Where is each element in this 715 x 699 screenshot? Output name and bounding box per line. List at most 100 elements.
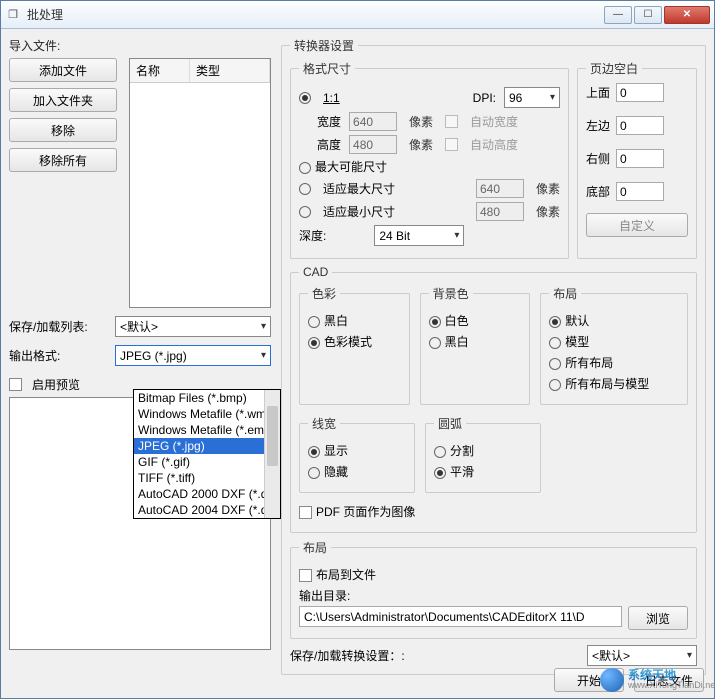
dpi-label: DPI: bbox=[473, 91, 496, 105]
minimize-button[interactable] bbox=[604, 6, 632, 24]
dropdown-item[interactable]: JPEG (*.jpg) bbox=[134, 438, 280, 454]
import-label: 导入文件: bbox=[9, 37, 271, 54]
margin-top-label: 上面 bbox=[586, 84, 616, 101]
enable-preview-label: 启用预览 bbox=[32, 376, 80, 393]
col-name[interactable]: 名称 bbox=[130, 59, 190, 82]
margin-top-input[interactable]: 0 bbox=[616, 83, 664, 102]
ratio-1-1-label: 1:1 bbox=[323, 91, 340, 105]
color-mode-radio[interactable] bbox=[308, 337, 320, 349]
scrollbar-thumb[interactable] bbox=[267, 406, 278, 466]
layout-output-group: 布局 布局到文件 输出目录: C:\Users\Administrator\Do… bbox=[290, 539, 697, 639]
save-load-list-combo[interactable]: <默认> bbox=[115, 316, 271, 337]
app-icon bbox=[5, 7, 21, 23]
margin-bottom-label: 底部 bbox=[586, 183, 616, 200]
dropdown-item[interactable]: AutoCAD 2004 DXF (*.dx bbox=[134, 502, 280, 518]
bg-black-radio[interactable] bbox=[429, 337, 441, 349]
titlebar[interactable]: 批处理 bbox=[1, 1, 714, 29]
width-label: 宽度 bbox=[317, 113, 341, 130]
height-input: 480 bbox=[349, 135, 397, 154]
remove-button[interactable]: 移除 bbox=[9, 118, 117, 142]
enable-preview-checkbox[interactable] bbox=[9, 378, 22, 391]
arc-group: 圆弧 分割 平滑 bbox=[425, 415, 541, 493]
linewidth-group: 线宽 显示 隐藏 bbox=[299, 415, 415, 493]
linew-hide-radio[interactable] bbox=[308, 467, 320, 479]
dropdown-item[interactable]: TIFF (*.tiff) bbox=[134, 470, 280, 486]
dropdown-item[interactable]: Bitmap Files (*.bmp) bbox=[134, 390, 280, 406]
cad-group: CAD 色彩 黑白 色彩模式 背景色 白色 黑白 bbox=[290, 265, 697, 533]
outdir-label: 输出目录: bbox=[299, 587, 688, 604]
layout-model-radio[interactable] bbox=[549, 337, 561, 349]
margin-left-input[interactable]: 0 bbox=[616, 116, 664, 135]
margins-group: 页边空白 上面 0 左边 0 右侧 0 底部 0 自定义 bbox=[577, 60, 697, 259]
file-list-body[interactable] bbox=[130, 83, 270, 307]
auto-width-checkbox bbox=[445, 115, 458, 128]
layout-all-model-radio[interactable] bbox=[549, 379, 561, 391]
cad-legend: CAD bbox=[299, 265, 332, 279]
output-format-label: 输出格式: bbox=[9, 347, 109, 364]
close-button[interactable] bbox=[664, 6, 710, 24]
client-area: 导入文件: 添加文件 加入文件夹 移除 移除所有 名称 类型 bbox=[1, 29, 714, 698]
remove-all-button[interactable]: 移除所有 bbox=[9, 148, 117, 172]
margin-bottom-input[interactable]: 0 bbox=[616, 182, 664, 201]
right-panel: 转换器设置 格式尺寸 1:1 DPI: 96 宽度 bbox=[281, 37, 706, 650]
add-file-button[interactable]: 添加文件 bbox=[9, 58, 117, 82]
format-size-group: 格式尺寸 1:1 DPI: 96 宽度 640 像素 bbox=[290, 60, 569, 259]
col-type[interactable]: 类型 bbox=[190, 59, 270, 82]
color-group: 色彩 黑白 色彩模式 bbox=[299, 285, 410, 405]
arc-split-radio[interactable] bbox=[434, 446, 446, 458]
browse-button[interactable]: 浏览 bbox=[628, 606, 688, 630]
ratio-1-1-radio[interactable] bbox=[299, 92, 311, 104]
width-input: 640 bbox=[349, 112, 397, 131]
margins-legend: 页边空白 bbox=[586, 60, 642, 77]
dropdown-scrollbar[interactable] bbox=[264, 390, 280, 518]
depth-combo[interactable]: 24 Bit bbox=[374, 225, 464, 246]
converter-settings: 转换器设置 格式尺寸 1:1 DPI: 96 宽度 bbox=[281, 37, 706, 675]
add-folder-button[interactable]: 加入文件夹 bbox=[9, 88, 117, 112]
auto-height-label: 自动高度 bbox=[470, 136, 518, 153]
margin-right-input[interactable]: 0 bbox=[616, 149, 664, 168]
format-legend: 格式尺寸 bbox=[299, 60, 355, 77]
layout-group: 布局 默认 模型 所有布局 所有布局与模型 bbox=[540, 285, 688, 405]
bgcolor-group: 背景色 白色 黑白 bbox=[420, 285, 531, 405]
batch-window: 批处理 导入文件: 添加文件 加入文件夹 移除 移除所有 bbox=[0, 0, 715, 699]
save-load-settings-label: 保存/加载转换设置：: bbox=[290, 647, 405, 664]
bg-white-radio[interactable] bbox=[429, 316, 441, 328]
depth-label: 深度: bbox=[299, 227, 326, 244]
custom-margins-button: 自定义 bbox=[586, 213, 688, 237]
fit-min-input: 480 bbox=[476, 202, 524, 221]
color-bw-radio[interactable] bbox=[308, 316, 320, 328]
file-list[interactable]: 名称 类型 bbox=[129, 58, 271, 308]
left-panel: 导入文件: 添加文件 加入文件夹 移除 移除所有 名称 类型 bbox=[9, 37, 271, 650]
save-load-settings-combo[interactable]: <默认> bbox=[587, 645, 697, 666]
arc-smooth-radio[interactable] bbox=[434, 467, 446, 479]
watermark: 系统天地 www.XiTongTianDi.net bbox=[600, 664, 710, 696]
layout-all-radio[interactable] bbox=[549, 358, 561, 370]
fit-max-input: 640 bbox=[476, 179, 524, 198]
layout-out-legend: 布局 bbox=[299, 539, 331, 556]
dropdown-item[interactable]: GIF (*.gif) bbox=[134, 454, 280, 470]
globe-icon bbox=[600, 668, 624, 692]
fit-min-radio[interactable] bbox=[299, 206, 311, 218]
output-format-dropdown[interactable]: Bitmap Files (*.bmp)Windows Metafile (*.… bbox=[133, 389, 281, 519]
outdir-field[interactable]: C:\Users\Administrator\Documents\CADEdit… bbox=[299, 606, 622, 627]
fit-max-radio[interactable] bbox=[299, 183, 311, 195]
converter-legend: 转换器设置 bbox=[290, 37, 358, 54]
dropdown-item[interactable]: Windows Metafile (*.em bbox=[134, 422, 280, 438]
auto-height-checkbox bbox=[445, 138, 458, 151]
pdf-as-image-checkbox[interactable] bbox=[299, 506, 312, 519]
maximize-button[interactable] bbox=[634, 6, 662, 24]
height-label: 高度 bbox=[317, 136, 341, 153]
output-format-combo[interactable]: JPEG (*.jpg) bbox=[115, 345, 271, 366]
save-load-list-label: 保存/加载列表: bbox=[9, 318, 109, 335]
layout-default-radio[interactable] bbox=[549, 316, 561, 328]
max-possible-radio[interactable] bbox=[299, 162, 311, 174]
linew-show-radio[interactable] bbox=[308, 446, 320, 458]
window-title: 批处理 bbox=[27, 6, 604, 23]
auto-width-label: 自动宽度 bbox=[470, 113, 518, 130]
layout-to-file-checkbox[interactable] bbox=[299, 569, 312, 582]
margin-left-label: 左边 bbox=[586, 117, 616, 134]
dpi-combo[interactable]: 96 bbox=[504, 87, 560, 108]
dropdown-item[interactable]: Windows Metafile (*.wm bbox=[134, 406, 280, 422]
margin-right-label: 右侧 bbox=[586, 150, 616, 167]
dropdown-item[interactable]: AutoCAD 2000 DXF (*.dx bbox=[134, 486, 280, 502]
